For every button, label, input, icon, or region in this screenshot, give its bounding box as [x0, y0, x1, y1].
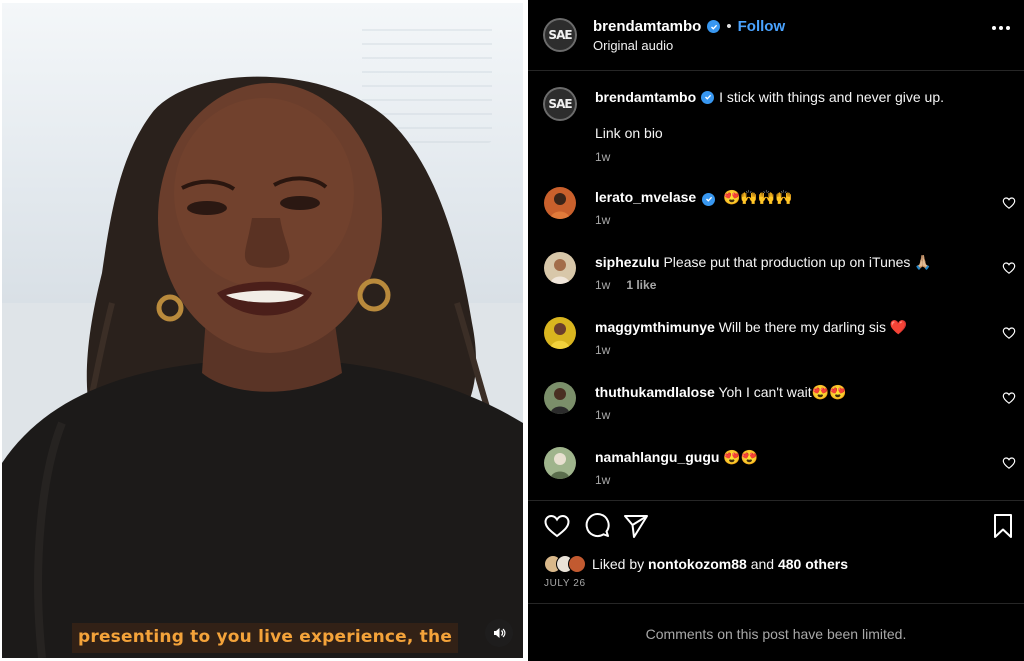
- comment-time[interactable]: 1w: [595, 343, 610, 357]
- caption-time: 1w: [595, 150, 610, 164]
- caption-author-avatar[interactable]: SAE: [543, 87, 577, 121]
- comment-meta: 1w 1 like: [595, 278, 656, 292]
- dot-separator: •: [726, 18, 732, 35]
- more-options-icon[interactable]: [992, 26, 1010, 30]
- person-video-frame: [2, 76, 523, 658]
- commenter-avatar[interactable]: [544, 447, 576, 479]
- comment-text: siphezulu Please put that production up …: [595, 254, 932, 271]
- likes-and: and: [750, 556, 775, 572]
- comment-username[interactable]: thuthukamdlalose: [595, 384, 715, 400]
- save-bookmark-icon[interactable]: [989, 512, 1017, 540]
- comment-text: lerato_mvelase 😍🙌🙌🙌: [595, 189, 793, 206]
- logo-text: SAE: [548, 97, 572, 111]
- post-header: brendamtambo • Follow: [593, 18, 785, 35]
- verified-badge-icon: [702, 192, 716, 206]
- comment-meta: 1w: [595, 343, 610, 357]
- liker-username[interactable]: nontokozom88: [648, 556, 747, 572]
- caption-username[interactable]: brendamtambo: [595, 89, 696, 105]
- actions-divider: [528, 500, 1024, 501]
- comment-meta: 1w: [595, 408, 610, 422]
- follow-button[interactable]: Follow: [738, 18, 786, 35]
- mute-button[interactable]: [485, 619, 513, 647]
- comment-body: Will be there my darling sis ❤️: [718, 319, 908, 335]
- comment-time[interactable]: 1w: [595, 473, 610, 487]
- like-comment-heart-icon[interactable]: [1002, 391, 1016, 405]
- commenter-avatar[interactable]: [544, 317, 576, 349]
- video-subtitle: presenting to you live experience, the: [72, 623, 459, 653]
- like-heart-icon[interactable]: [543, 512, 571, 540]
- commenter-avatar[interactable]: [544, 187, 576, 219]
- post-panel: SAE brendamtambo • Follow Original audio…: [528, 0, 1024, 661]
- comment-body: Yoh I can't wait😍😍: [718, 384, 847, 400]
- logo-text: SAE: [548, 28, 572, 42]
- comments-limited-notice: Comments on this post have been limited.: [645, 626, 907, 642]
- caption-link-text: Link on bio: [595, 125, 663, 141]
- likes-summary: Liked by nontokozom88 and 480 others: [544, 555, 848, 573]
- comment-username[interactable]: lerato_mvelase: [595, 189, 696, 205]
- comment-body: 😍😍: [723, 449, 759, 465]
- likes-text: Liked by nontokozom88 and 480 others: [592, 556, 848, 572]
- like-comment-heart-icon[interactable]: [1002, 261, 1016, 275]
- sae-logo: SAE: [543, 18, 577, 52]
- comment-bubble-icon[interactable]: [583, 512, 611, 540]
- comment-meta: 1w: [595, 213, 610, 227]
- caption-line: brendamtambo I stick with things and nev…: [595, 89, 944, 105]
- comment-time[interactable]: 1w: [595, 408, 610, 422]
- share-send-icon[interactable]: [622, 512, 650, 540]
- like-comment-heart-icon[interactable]: [1002, 196, 1016, 210]
- likes-prefix: Liked by: [592, 556, 645, 572]
- caption-timestamp[interactable]: 1w: [595, 150, 610, 164]
- reel-video[interactable]: presenting to you live experience, the: [2, 3, 523, 658]
- author-username[interactable]: brendamtambo: [593, 18, 701, 35]
- post-date[interactable]: JULY 26: [544, 578, 586, 589]
- liker-avatar: [568, 555, 586, 573]
- comment-text: maggymthimunye Will be there my darling …: [595, 319, 907, 336]
- verified-badge-icon: [707, 20, 721, 33]
- comment-meta: 1w: [595, 473, 610, 487]
- comment-username[interactable]: siphezulu: [595, 254, 660, 270]
- comment-text: thuthukamdlalose Yoh I can't wait😍😍: [595, 384, 847, 401]
- commenter-avatar[interactable]: [544, 382, 576, 414]
- sae-logo: SAE: [543, 87, 577, 121]
- like-comment-heart-icon[interactable]: [1002, 456, 1016, 470]
- comment-body: 😍🙌🙌🙌: [722, 189, 793, 205]
- audio-label[interactable]: Original audio: [593, 38, 673, 53]
- like-comment-heart-icon[interactable]: [1002, 326, 1016, 340]
- comment-likes-count[interactable]: 1 like: [626, 278, 656, 292]
- comment-username[interactable]: namahlangu_gugu: [595, 449, 719, 465]
- header-divider: [528, 70, 1024, 71]
- likes-others-link[interactable]: 480 others: [778, 556, 848, 572]
- author-avatar[interactable]: SAE: [543, 18, 577, 52]
- commenter-avatar[interactable]: [544, 252, 576, 284]
- comment-time[interactable]: 1w: [595, 278, 610, 292]
- comment-username[interactable]: maggymthimunye: [595, 319, 715, 335]
- verified-badge-icon: [701, 90, 715, 104]
- action-bar: [528, 512, 1024, 542]
- caption-text: I stick with things and never give up.: [719, 89, 945, 105]
- comment-time[interactable]: 1w: [595, 213, 610, 227]
- comment-text: namahlangu_gugu 😍😍: [595, 449, 758, 466]
- comment-body: Please put that production up on iTunes …: [663, 254, 932, 270]
- footer-divider: [528, 603, 1024, 604]
- speaker-icon: [494, 628, 506, 638]
- liker-avatars[interactable]: [544, 555, 586, 573]
